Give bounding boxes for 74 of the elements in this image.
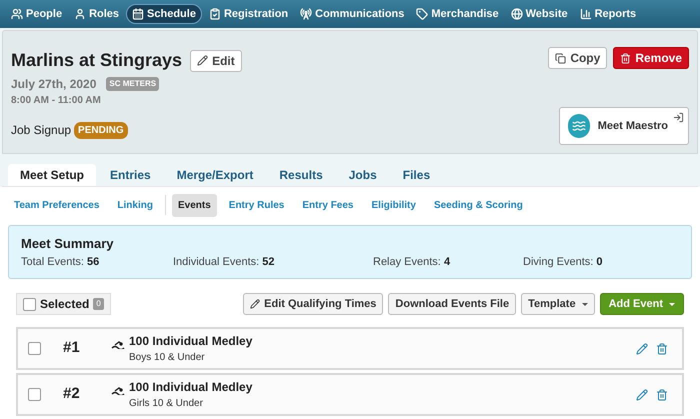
sub-tab[interactable]: Events <box>172 194 217 216</box>
sub-tab[interactable]: Linking <box>111 194 159 216</box>
globe-icon <box>510 8 523 20</box>
nav-item[interactable]: Website <box>506 4 573 24</box>
tab[interactable]: Results <box>267 164 335 186</box>
person-icon <box>74 8 86 20</box>
meet-maestro-button[interactable]: Meet Maestro <box>559 107 689 145</box>
edit-qualifying-times-button[interactable]: Edit Qualifying Times <box>243 293 384 315</box>
sub-tab[interactable]: Entry Fees <box>296 194 360 216</box>
swimmer-icon <box>111 387 125 395</box>
edit-button[interactable]: Edit <box>190 50 242 72</box>
event-number: #2 <box>63 384 81 404</box>
summary-stat: Relay Events: 4 <box>373 254 452 270</box>
calendar-icon <box>132 8 144 20</box>
template-dropdown[interactable]: Template <box>521 293 595 315</box>
course-badge: SC METERS <box>106 77 160 91</box>
meet-date: July 27th, 2020 <box>11 76 96 93</box>
tab[interactable]: Files <box>390 164 442 186</box>
sub-tab[interactable]: Team Preferences <box>8 194 106 216</box>
event-number: #1 <box>63 338 81 358</box>
status-badge: PENDING <box>74 122 128 138</box>
event-name: 100 Individual Medley <box>129 333 252 350</box>
selected-label: Selected <box>40 296 90 313</box>
tab[interactable]: Merge/Export <box>164 164 266 186</box>
summary-stat: Diving Events: 0 <box>523 254 604 270</box>
remove-button[interactable]: Remove <box>613 47 689 69</box>
checkbox[interactable] <box>23 298 36 310</box>
pencil-icon <box>197 55 208 66</box>
job-signup-label: Job Signup <box>11 122 72 139</box>
nav-item[interactable]: People <box>6 4 68 24</box>
tab[interactable]: Jobs <box>336 164 389 186</box>
copy-icon <box>555 52 566 64</box>
copy-button[interactable]: Copy <box>548 47 608 69</box>
event-name: 100 Individual Medley <box>129 379 252 396</box>
summary-stat: Individual Events: 52 <box>173 254 276 270</box>
wave-logo-icon <box>568 114 590 138</box>
meet-title: Marlins at Stingrays <box>11 49 182 72</box>
nav-item[interactable]: Roles <box>69 4 124 24</box>
count-badge: 0 <box>93 298 104 310</box>
caret-icon <box>669 302 675 306</box>
summary-stat: Total Events: 56 <box>21 254 100 270</box>
edit-icon[interactable] <box>636 342 648 354</box>
event-group: Girls 10 & Under <box>129 396 252 411</box>
people-icon <box>11 8 23 20</box>
checkbox[interactable] <box>28 388 41 401</box>
pencil-icon <box>250 299 260 309</box>
sub-tab[interactable]: Entry Rules <box>222 194 290 216</box>
clipboard-check-icon <box>208 8 221 20</box>
bar-chart-icon <box>580 8 592 20</box>
tag-icon <box>416 8 428 20</box>
caret-icon <box>582 302 588 306</box>
checkbox[interactable] <box>28 342 41 355</box>
tab[interactable]: Meet Setup <box>8 164 96 186</box>
delete-icon[interactable] <box>656 342 668 354</box>
download-button[interactable]: Download Events File <box>388 293 516 315</box>
nav-item[interactable]: Communications <box>295 4 410 24</box>
sign-in-icon <box>673 112 684 123</box>
delete-icon[interactable] <box>656 388 668 400</box>
nav-item[interactable]: Reports <box>574 4 642 24</box>
antenna-icon <box>300 8 312 20</box>
sub-tab[interactable]: Eligibility <box>366 194 422 216</box>
nav-item[interactable]: Registration <box>204 4 294 24</box>
nav-item[interactable]: Schedule <box>126 4 202 24</box>
meet-time: 8:00 AM - 11:00 AM <box>11 94 102 108</box>
add-event-button[interactable]: Add Event <box>600 293 684 315</box>
tab[interactable]: Entries <box>98 164 163 186</box>
trash-icon <box>620 52 632 64</box>
edit-icon[interactable] <box>636 388 648 400</box>
selected-toggle[interactable]: Selected 0 <box>16 293 111 315</box>
event-group: Boys 10 & Under <box>129 350 252 365</box>
sub-tab[interactable]: Seeding & Scoring <box>428 194 529 216</box>
nav-item[interactable]: Merchandise <box>411 4 504 24</box>
summary-title: Meet Summary <box>21 235 114 253</box>
swimmer-icon <box>111 341 125 349</box>
